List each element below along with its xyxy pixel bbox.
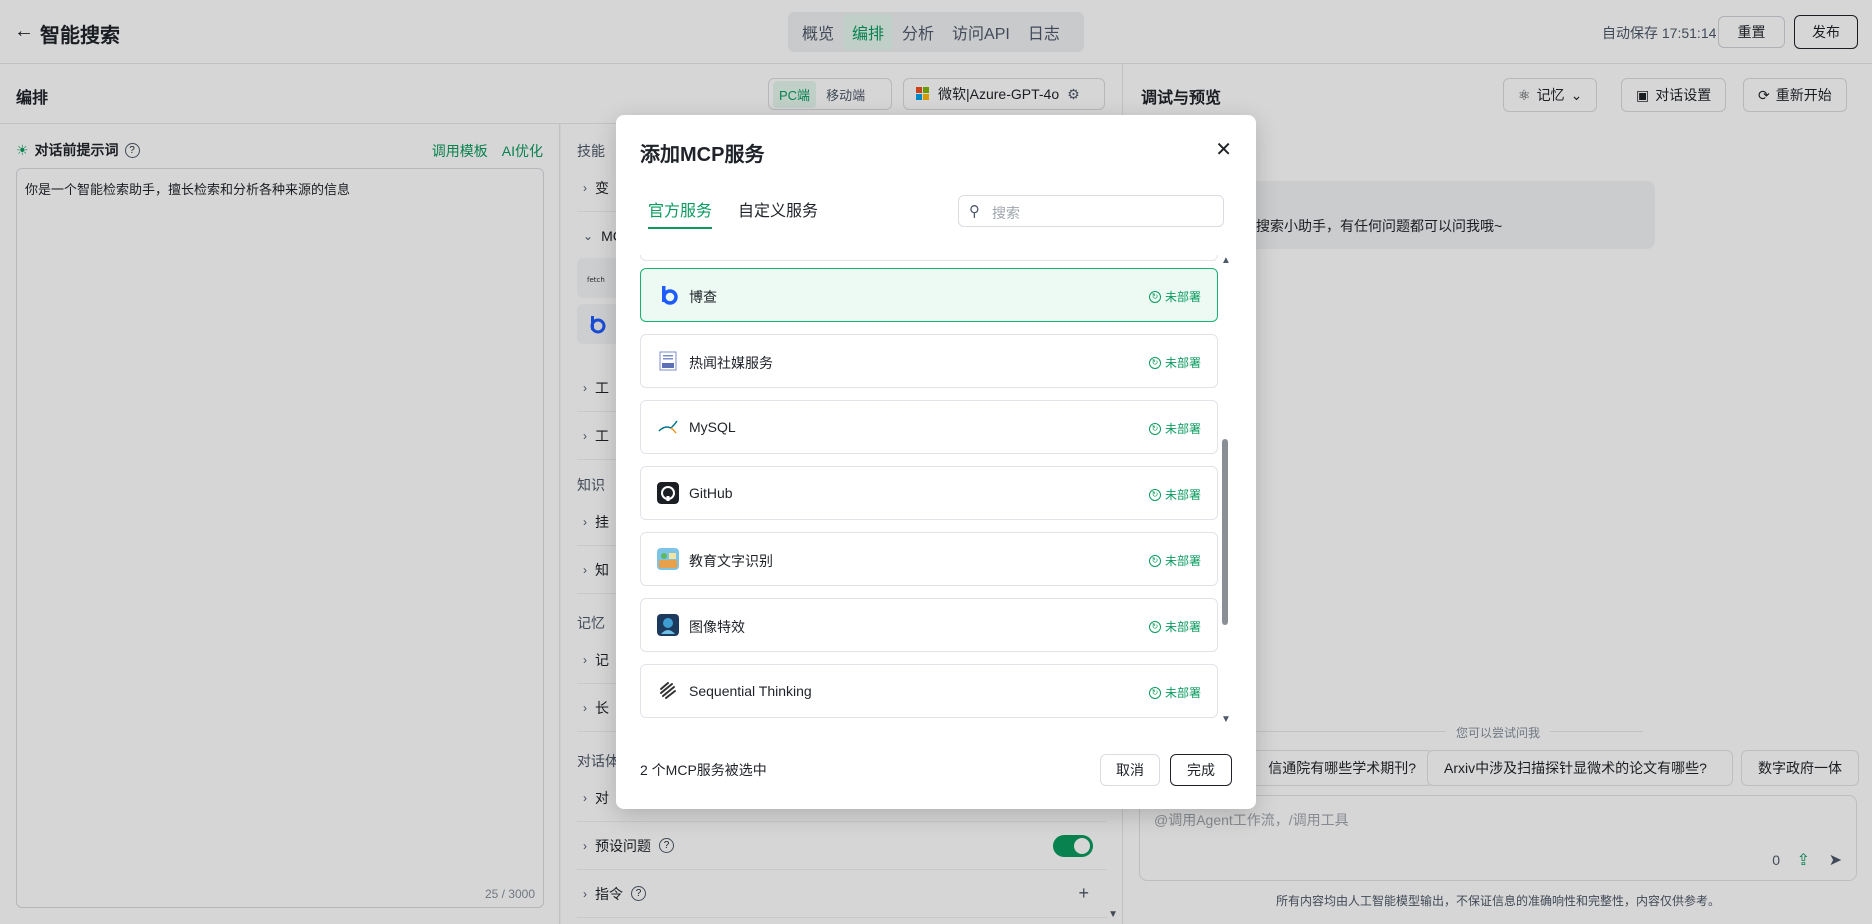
cancel-button[interactable]: 取消	[1100, 754, 1160, 786]
add-mcp-modal: 添加MCP服务 ✕ 官方服务 自定义服务 ⚲ 搜索 博查 ↻ 未部署 热闻社媒服务…	[616, 115, 1256, 809]
list-item[interactable]: MySQL ↻ 未部署	[640, 400, 1218, 454]
status-icon: ↻	[1148, 356, 1161, 369]
done-button[interactable]: 完成	[1170, 754, 1232, 786]
tab-official-services[interactable]: 官方服务	[648, 197, 713, 229]
mcp-service-list: 博查 ↻ 未部署 热闻社媒服务 ↻ 未部署 MySQL ↻ 未部署 GitHub ↻ 未…	[640, 255, 1218, 725]
status-label: 未部署	[1164, 422, 1201, 436]
selected-summary: 2 个MCP服务被选中	[640, 762, 767, 778]
status-label: 未部署	[1164, 620, 1201, 634]
modal-tabs: 官方服务 自定义服务	[648, 197, 818, 229]
list-item[interactable]: 博查 ↻ 未部署	[640, 268, 1218, 322]
status-label: 未部署	[1164, 356, 1201, 370]
item-name: Sequential Thinking	[689, 683, 812, 699]
status-icon: ↻	[1148, 290, 1161, 303]
item-status: ↻ 未部署	[1148, 420, 1201, 437]
search-placeholder: 搜索	[992, 205, 1020, 221]
list-item[interactable]	[640, 255, 1218, 261]
item-name: 图像特效	[689, 619, 745, 635]
item-status: ↻ 未部署	[1148, 288, 1201, 305]
search-input[interactable]: ⚲ 搜索	[958, 195, 1224, 227]
modal-title: 添加MCP服务	[640, 144, 765, 166]
status-label: 未部署	[1164, 686, 1201, 700]
scroll-down-arrow-icon[interactable]: ▼	[1221, 714, 1231, 725]
scrollbar[interactable]: ▲ ▼	[1220, 255, 1231, 725]
list-item[interactable]: GitHub ↻ 未部署	[640, 466, 1218, 520]
status-icon: ↻	[1148, 686, 1161, 699]
list-item[interactable]: 热闻社媒服务 ↻ 未部署	[640, 334, 1218, 388]
tab-custom-services[interactable]: 自定义服务	[738, 197, 818, 229]
news-logo-icon	[659, 351, 677, 371]
item-status: ↻ 未部署	[1148, 486, 1201, 503]
edu-ocr-logo-icon	[657, 548, 679, 570]
status-label: 未部署	[1164, 290, 1201, 304]
status-icon: ↻	[1148, 422, 1161, 435]
item-name: 教育文字识别	[689, 553, 773, 569]
close-icon[interactable]: ✕	[1215, 137, 1232, 162]
github-logo-icon	[657, 482, 679, 504]
image-effect-logo-icon	[657, 614, 679, 636]
status-icon: ↻	[1148, 620, 1161, 633]
search-icon: ⚲	[969, 203, 980, 220]
status-icon: ↻	[1148, 554, 1161, 567]
scrollbar-thumb[interactable]	[1222, 439, 1228, 625]
status-label: 未部署	[1164, 488, 1201, 502]
item-name: 博查	[689, 289, 717, 305]
scroll-up-arrow-icon[interactable]: ▲	[1221, 255, 1231, 266]
item-status: ↻ 未部署	[1148, 684, 1201, 701]
item-status: ↻ 未部署	[1148, 552, 1201, 569]
item-name: 热闻社媒服务	[689, 355, 773, 371]
item-status: ↻ 未部署	[1148, 618, 1201, 635]
status-label: 未部署	[1164, 554, 1201, 568]
list-item[interactable]: 教育文字识别 ↻ 未部署	[640, 532, 1218, 586]
item-name: MySQL	[689, 419, 736, 435]
mysql-logo-icon	[658, 420, 678, 434]
bocha-logo-icon	[662, 286, 678, 305]
item-name: GitHub	[689, 485, 733, 501]
sequential-thinking-logo-icon	[660, 682, 676, 699]
list-item[interactable]: Sequential Thinking ↻ 未部署	[640, 664, 1218, 718]
status-icon: ↻	[1148, 488, 1161, 501]
item-status: ↻ 未部署	[1148, 354, 1201, 371]
list-item[interactable]: 图像特效 ↻ 未部署	[640, 598, 1218, 652]
